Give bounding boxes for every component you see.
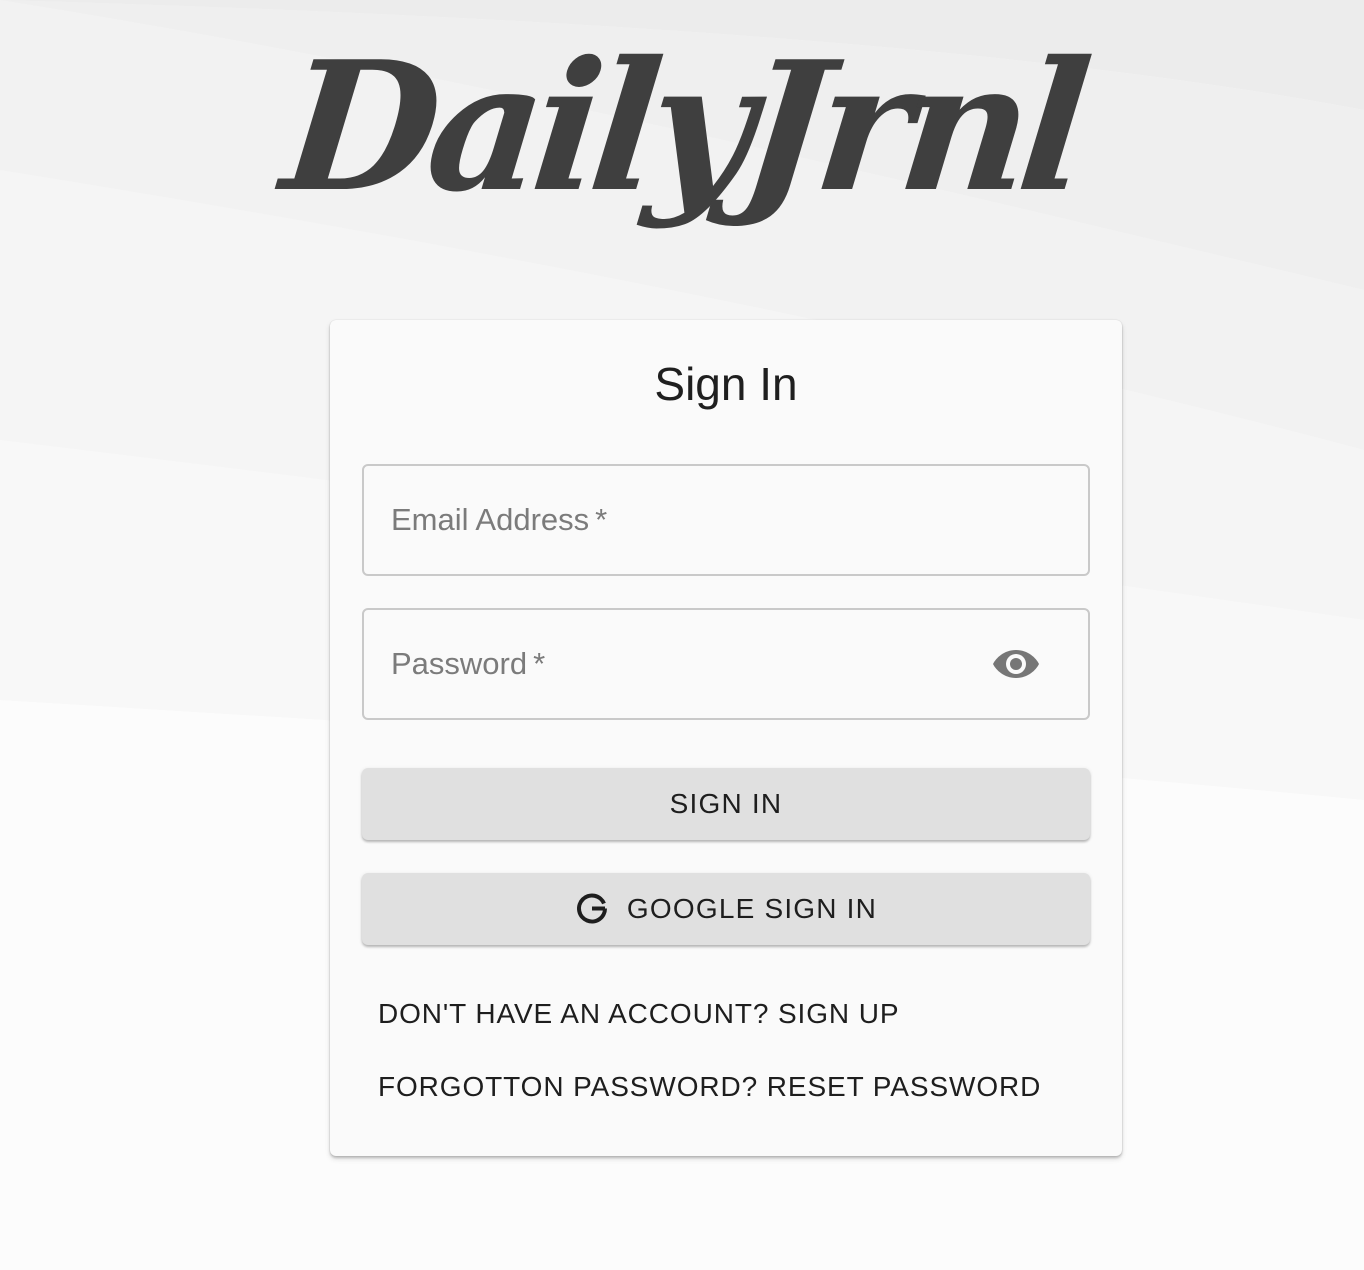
required-mark: * [595, 502, 608, 537]
sign-up-link[interactable]: DON'T HAVE AN ACCOUNT? SIGN UP [378, 996, 899, 1032]
email-field[interactable]: Email Address * [362, 464, 1090, 576]
google-sign-in-label: GOOGLE SIGN IN [626, 893, 878, 924]
app-logo-text: DailyJrnl [274, 22, 1090, 231]
google-icon [576, 893, 607, 924]
password-field-label: Password * [391, 646, 546, 681]
reset-password-link[interactable]: FORGOTTON PASSWORD? RESET PASSWORD [378, 1069, 1041, 1105]
google-sign-in-button[interactable]: GOOGLE SIGN IN [362, 873, 1090, 945]
app-logo: DailyJrnl [0, 20, 1364, 280]
eye-icon[interactable] [992, 644, 1040, 684]
required-mark: * [533, 646, 546, 681]
email-field-label: Email Address * [391, 502, 608, 537]
sign-in-button[interactable]: SIGN IN [362, 768, 1090, 840]
sign-in-card: Sign In Email Address * Password * SIGN IN… [330, 320, 1122, 1156]
page-title: Sign In [654, 358, 798, 410]
password-field[interactable]: Password * [362, 608, 1090, 720]
